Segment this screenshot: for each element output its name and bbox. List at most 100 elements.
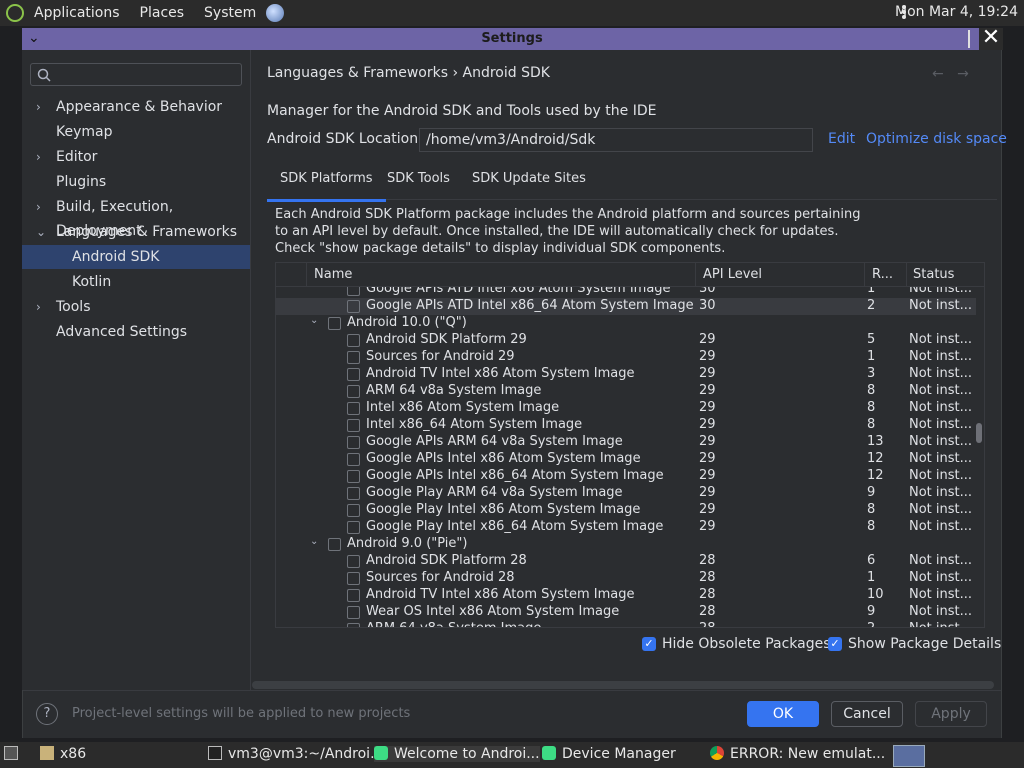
- chevron-down-icon[interactable]: ⌄: [310, 315, 318, 326]
- chevron-right-icon[interactable]: ›: [36, 145, 48, 169]
- table-row[interactable]: Google APIs ATD Intel x86_64 Atom System…: [276, 298, 976, 315]
- sidebar-item-editor[interactable]: › Editor: [22, 145, 250, 169]
- tab-sdk-platforms[interactable]: SDK Platforms: [267, 171, 385, 202]
- chevron-down-icon[interactable]: ⌄: [36, 220, 48, 244]
- package-checkbox[interactable]: [347, 436, 360, 449]
- table-row[interactable]: Android SDK Platform 29 29 5 Not inst...: [276, 332, 976, 349]
- package-checkbox[interactable]: [347, 572, 360, 585]
- package-checkbox[interactable]: [347, 300, 360, 313]
- taskbar-item-files[interactable]: x86: [40, 746, 86, 762]
- table-group-row[interactable]: ⌄ Android 10.0 ("Q"): [276, 315, 976, 332]
- sidebar-item-tools[interactable]: › Tools: [22, 295, 250, 319]
- table-row[interactable]: Sources for Android 29 29 1 Not inst...: [276, 349, 976, 366]
- sidebar-item-keymap[interactable]: Keymap: [22, 120, 250, 144]
- package-checkbox[interactable]: [347, 287, 360, 296]
- ok-button[interactable]: OK: [747, 701, 819, 727]
- package-name: Android TV Intel x86 Atom System Image: [366, 366, 635, 381]
- distro-logo-icon[interactable]: [6, 4, 24, 22]
- edit-location-link[interactable]: Edit: [828, 131, 855, 147]
- column-header-name[interactable]: Name: [314, 267, 352, 282]
- column-header-status[interactable]: Status: [913, 267, 954, 282]
- package-checkbox[interactable]: [347, 470, 360, 483]
- help-icon[interactable]: ?: [36, 703, 58, 725]
- chevron-right-icon[interactable]: ›: [36, 295, 48, 319]
- settings-search-input[interactable]: [30, 63, 242, 86]
- tab-sdk-update-sites[interactable]: SDK Update Sites: [472, 171, 586, 186]
- sdk-location-field[interactable]: /home/vm3/Android/Sdk: [419, 128, 813, 152]
- back-arrow-icon[interactable]: ←: [932, 66, 944, 82]
- table-row[interactable]: Google Play Intel x86_64 Atom System Ima…: [276, 519, 976, 536]
- package-checkbox[interactable]: [347, 623, 360, 627]
- table-row[interactable]: ARM 64 v8a System Image 29 8 Not inst...: [276, 383, 976, 400]
- table-row[interactable]: Google APIs ARM 64 v8a System Image 29 13 N…: [276, 434, 976, 451]
- package-checkbox[interactable]: [328, 317, 341, 330]
- package-checkbox[interactable]: [347, 368, 360, 381]
- places-menu[interactable]: Places: [130, 5, 195, 21]
- table-row[interactable]: Google APIs Intel x86 Atom System Image 2…: [276, 451, 976, 468]
- table-row[interactable]: Android TV Intel x86 Atom System Image 28…: [276, 587, 976, 604]
- table-row[interactable]: ARM 64 v8a System Image 28 2 Not inst...: [276, 621, 976, 627]
- column-separator[interactable]: [864, 263, 865, 287]
- workspace-switcher[interactable]: [893, 745, 925, 767]
- clock[interactable]: Mon Mar 4, 19:24: [895, 4, 1018, 20]
- package-checkbox[interactable]: [347, 487, 360, 500]
- table-row[interactable]: Google APIs Intel x86_64 Atom System Ima…: [276, 468, 976, 485]
- system-menu[interactable]: System: [194, 5, 266, 21]
- globe-icon[interactable]: [266, 4, 285, 22]
- chevron-down-icon[interactable]: ⌄: [310, 536, 318, 547]
- checkmark-icon[interactable]: ✓: [642, 637, 656, 651]
- chevron-right-icon[interactable]: ›: [36, 95, 48, 119]
- taskbar-item-android-studio-welcome[interactable]: Welcome to Androi...: [374, 746, 540, 762]
- package-checkbox[interactable]: [347, 385, 360, 398]
- sidebar-item-advanced-settings[interactable]: Advanced Settings: [22, 320, 250, 344]
- show-desktop-icon[interactable]: [4, 746, 24, 762]
- sidebar-item-android-sdk[interactable]: Android SDK: [22, 245, 250, 269]
- sidebar-item-languages-frameworks[interactable]: ⌄ Languages & Frameworks: [22, 220, 250, 244]
- column-separator[interactable]: [695, 263, 696, 287]
- tab-sdk-tools[interactable]: SDK Tools: [387, 171, 450, 186]
- sidebar-item-appearance-behavior[interactable]: › Appearance & Behavior: [22, 95, 250, 119]
- forward-arrow-icon[interactable]: →: [957, 66, 969, 82]
- table-scrollbar[interactable]: [976, 423, 982, 443]
- cancel-button[interactable]: Cancel: [831, 701, 903, 727]
- column-separator[interactable]: [906, 263, 907, 287]
- table-row[interactable]: Wear OS Intel x86 Atom System Image 28 9 No…: [276, 604, 976, 621]
- package-checkbox[interactable]: [347, 504, 360, 517]
- package-checkbox[interactable]: [347, 351, 360, 364]
- table-row[interactable]: Google Play Intel x86 Atom System Image 2…: [276, 502, 976, 519]
- table-row[interactable]: Android SDK Platform 28 28 6 Not inst...: [276, 553, 976, 570]
- table-group-row[interactable]: ⌄ Android 9.0 ("Pie"): [276, 536, 976, 553]
- package-checkbox[interactable]: [347, 589, 360, 602]
- sidebar-item-plugins[interactable]: Plugins: [22, 170, 250, 194]
- taskbar-item-terminal[interactable]: vm3@vm3:~/Androi...: [208, 746, 383, 762]
- taskbar-item-device-manager[interactable]: Device Manager: [542, 746, 676, 762]
- chevron-right-icon[interactable]: ›: [36, 195, 48, 219]
- window-title-bar[interactable]: ⌄ Settings: [22, 28, 1002, 50]
- horizontal-scrollbar[interactable]: [252, 681, 994, 689]
- package-checkbox[interactable]: [347, 419, 360, 432]
- package-checkbox[interactable]: [347, 555, 360, 568]
- applications-menu[interactable]: Applications: [24, 5, 130, 21]
- table-row[interactable]: Android TV Intel x86 Atom System Image 29…: [276, 366, 976, 383]
- package-checkbox[interactable]: [347, 521, 360, 534]
- taskbar-item-chrome[interactable]: ERROR: New emulat...: [710, 746, 885, 762]
- close-window-button[interactable]: ✕: [979, 27, 1003, 50]
- table-row[interactable]: Google Play ARM 64 v8a System Image 29 9 No…: [276, 485, 976, 502]
- package-checkbox[interactable]: [347, 606, 360, 619]
- table-row[interactable]: Sources for Android 28 28 1 Not inst...: [276, 570, 976, 587]
- column-header-api-level[interactable]: API Level: [703, 267, 762, 282]
- column-header-revision[interactable]: R...: [872, 267, 893, 282]
- package-checkbox[interactable]: [347, 334, 360, 347]
- table-row[interactable]: Google APIs ATD Intel x86 Atom System Im…: [276, 287, 976, 298]
- apply-button[interactable]: Apply: [915, 701, 987, 727]
- sidebar-item-build-execution-deployment[interactable]: › Build, Execution, Deployment: [22, 195, 250, 239]
- checkmark-icon[interactable]: ✓: [828, 637, 842, 651]
- optimize-disk-space-link[interactable]: Optimize disk space: [866, 131, 1007, 147]
- package-checkbox[interactable]: [347, 453, 360, 466]
- table-row[interactable]: Intel x86 Atom System Image 29 8 Not inst..…: [276, 400, 976, 417]
- package-name: Wear OS Intel x86 Atom System Image: [366, 604, 620, 619]
- package-checkbox[interactable]: [347, 402, 360, 415]
- package-checkbox[interactable]: [328, 538, 341, 551]
- sidebar-item-kotlin[interactable]: Kotlin: [22, 270, 250, 294]
- table-row[interactable]: Intel x86_64 Atom System Image 29 8 Not ins…: [276, 417, 976, 434]
